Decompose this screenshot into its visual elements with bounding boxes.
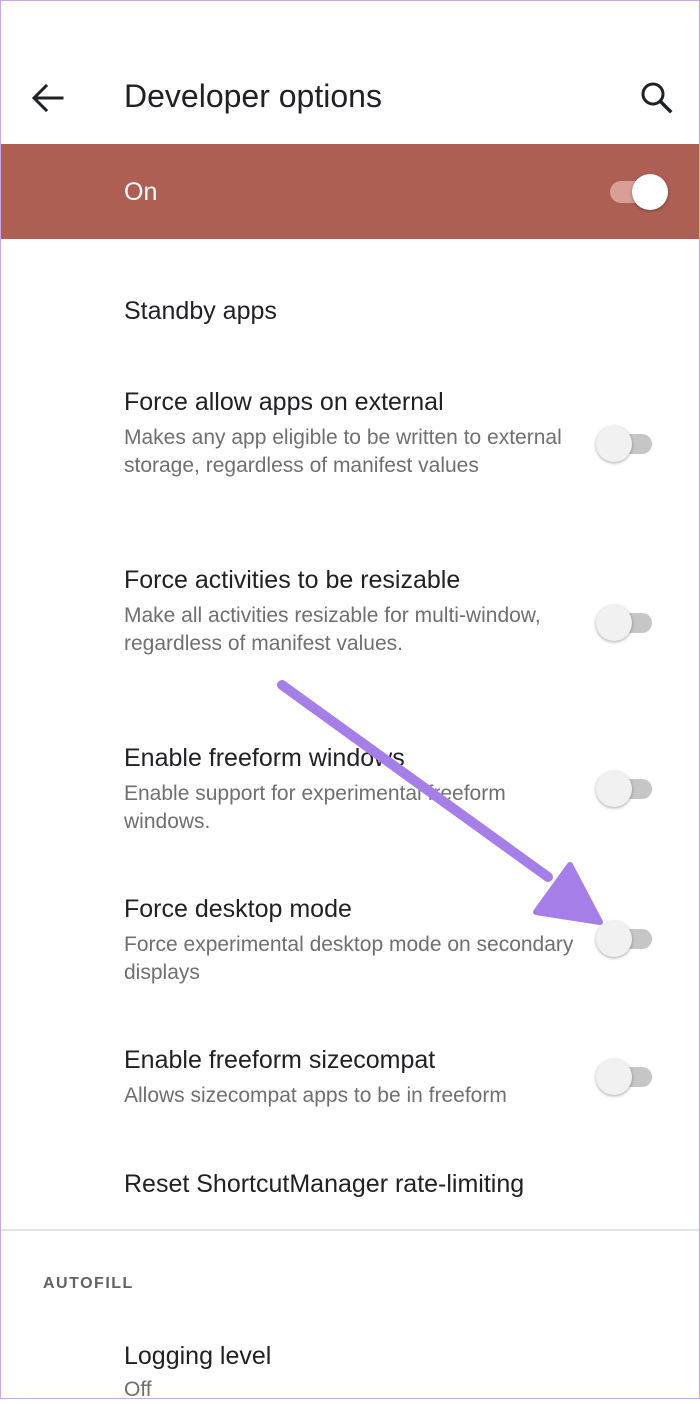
setting-title: Force allow apps on external [124,388,444,416]
master-toggle[interactable] [606,174,668,210]
section-divider [0,1229,700,1231]
setting-standby-apps[interactable]: Standby apps [0,297,700,357]
setting-summary: Makes any app eligible to be written to … [124,426,562,477]
setting-title: Enable freeform windows [124,744,405,772]
setting-reset-shortcutmanager[interactable]: Reset ShortcutManager rate-limiting [0,1170,700,1210]
setting-summary: Enable support for experimental freeform… [124,782,506,833]
toggle-force-allow-apps-external[interactable] [596,426,656,462]
setting-title: Enable freeform sizecompat [124,1046,436,1074]
toggle-thumb [596,1059,632,1095]
toggle-enable-freeform-windows[interactable] [596,771,656,807]
toggle-force-desktop-mode[interactable] [596,921,656,957]
master-switch-label: On [124,178,158,206]
search-button[interactable] [634,74,680,120]
setting-force-activities-resizable[interactable]: Force activities to be resizable Make al… [0,566,700,696]
toggle-thumb [596,426,632,462]
setting-summary: Off [124,1378,152,1401]
setting-enable-freeform-windows[interactable]: Enable freeform windows Enable support f… [0,744,700,844]
setting-force-desktop-mode[interactable]: Force desktop mode Force experimental de… [0,895,700,995]
back-button[interactable] [26,76,70,120]
setting-summary: Force experimental desktop mode on secon… [124,933,574,984]
setting-title: Standby apps [124,297,277,325]
toggle-enable-freeform-sizecompat[interactable] [596,1059,656,1095]
toggle-thumb [596,921,632,957]
toggle-force-activities-resizable[interactable] [596,605,656,641]
setting-title: Force desktop mode [124,895,352,923]
setting-logging-level[interactable]: Logging level Off [0,1342,700,1401]
app-bar: Developer options [0,0,700,144]
master-switch-bar[interactable]: On [0,144,700,239]
setting-title: Logging level [124,1342,272,1370]
toggle-thumb [596,605,632,641]
toggle-thumb [596,771,632,807]
setting-summary: Make all activities resizable for multi-… [124,604,541,655]
setting-summary: Allows sizecompat apps to be in freeform [124,1084,507,1107]
setting-title: Reset ShortcutManager rate-limiting [124,1170,525,1198]
setting-force-allow-apps-external[interactable]: Force allow apps on external Makes any a… [0,388,700,518]
arrow-left-icon [31,83,64,113]
section-header-autofill: AUTOFILL [43,1275,134,1292]
setting-title: Force activities to be resizable [124,566,461,594]
search-icon [641,82,673,114]
setting-enable-freeform-sizecompat[interactable]: Enable freeform sizecompat Allows sizeco… [0,1046,700,1121]
master-toggle-thumb [632,174,668,210]
page-title: Developer options [124,78,382,114]
